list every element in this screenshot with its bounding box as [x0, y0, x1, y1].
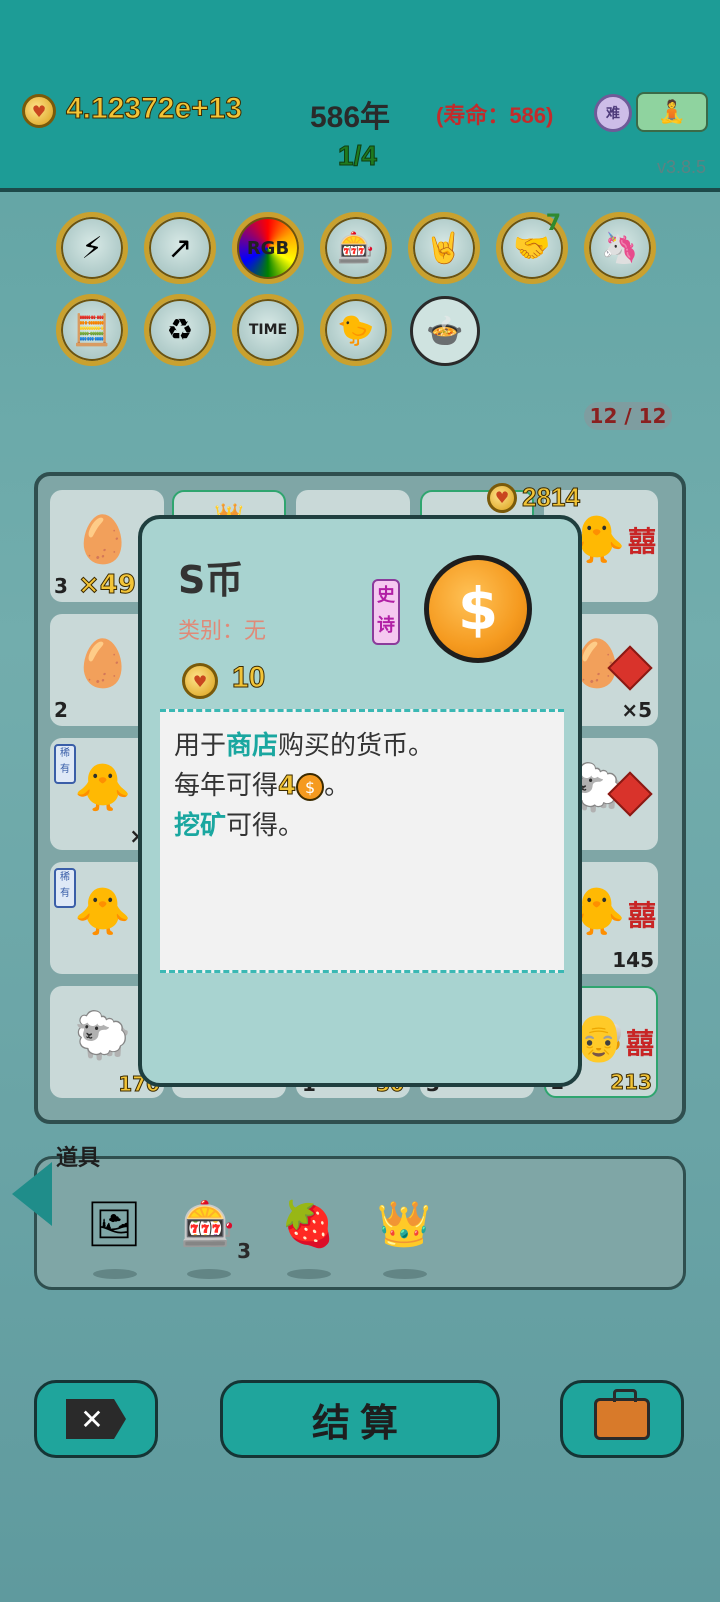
skip-button[interactable]: ✕ — [34, 1380, 158, 1458]
rarity-tag: 史诗 — [372, 579, 400, 645]
chick-icon: 🐥 — [74, 760, 132, 814]
strawberry-icon: 🍓 — [280, 1199, 336, 1250]
meditate-button[interactable]: 🧘 — [636, 92, 708, 132]
item-price: 10 — [231, 661, 266, 695]
version-label: v3.8.5 — [656, 157, 706, 177]
gold-heart-icon: ♥ — [182, 663, 218, 699]
chick-icon: 🐥 — [74, 884, 132, 938]
egg-icon: 🥚 — [74, 512, 132, 566]
rock-relic[interactable]: 🤘 — [408, 212, 480, 284]
close-icon: ✕ — [66, 1399, 126, 1439]
rare-tag: 稀有 — [54, 744, 76, 784]
lifespan-text: (寿命：586) — [436, 103, 554, 128]
lightning-relic[interactable]: ⚡ — [56, 212, 128, 284]
desc-line-3: 挖矿可得。 — [174, 811, 305, 841]
item-slot[interactable]: 🍓 — [275, 1191, 341, 1279]
s-coin-icon: $ — [424, 555, 532, 663]
item-title: S币 — [178, 558, 244, 602]
settle-button[interactable]: 结算 — [220, 1380, 500, 1458]
item-slot[interactable]: 🖼 — [81, 1191, 147, 1279]
handshake-relic[interactable]: 🤝 7 — [496, 211, 568, 284]
meditate-icon: 🧘 — [658, 99, 686, 125]
mining-keyword: 挖矿 — [174, 811, 227, 841]
lightning-icon: ⚡ — [81, 230, 103, 266]
scroll-left-icon[interactable] — [12, 1162, 52, 1226]
cell-count: ×5 — [621, 698, 652, 722]
shop-keyword: 商店 — [226, 731, 279, 761]
math-relic[interactable]: 🧮 — [56, 294, 128, 366]
rare-tag: 稀有 — [54, 868, 76, 908]
rock-hand-icon: 🤘 — [425, 230, 463, 266]
items-label: 道具 — [56, 1146, 101, 1171]
gold-amount: 4.12372e+13 — [65, 92, 243, 126]
pot-relic[interactable]: 🍲 — [410, 296, 480, 366]
desc-line-2: 每年可得4 $。 — [174, 771, 351, 802]
chick-syringe-icon: 🐤 — [337, 312, 375, 348]
portrait-icon: 🖼 — [86, 1199, 142, 1250]
s-coin-small-icon: $ — [296, 772, 325, 801]
cell-count: 3 — [54, 574, 68, 598]
item-slot[interactable]: 👑 — [371, 1191, 437, 1279]
crown-icon: 👑 — [376, 1199, 432, 1250]
time-relic[interactable]: TIME — [232, 294, 304, 366]
relic-count: 7 — [545, 211, 561, 236]
items-panel: 🖼 🎰 3 🍓 👑 — [34, 1156, 686, 1290]
gold-heart-icon: ♥ — [22, 94, 56, 128]
machine-icon: 🎰 — [337, 230, 375, 266]
math-head-icon: 🧮 — [73, 312, 111, 348]
cell-value: 213 — [610, 1070, 653, 1095]
sheep-icon: 🐑 — [74, 1008, 132, 1062]
cell-count: 145 — [612, 948, 654, 972]
pot-chick-icon: 🍲 — [426, 313, 464, 349]
settle-label: 结算 — [311, 1400, 408, 1445]
yearly-amount: 4 — [278, 771, 297, 802]
recycle-relic[interactable]: ♻ — [144, 294, 216, 366]
inventory-button[interactable] — [560, 1380, 684, 1458]
item-description: 用于商店购买的货币。 每年可得4 $。 挖矿可得。 — [160, 709, 564, 973]
rgb-relic[interactable]: RGB — [232, 212, 304, 284]
egg-icon: 🥚 — [74, 636, 132, 690]
rgb-icon: RGB — [246, 237, 290, 259]
desc-line-1: 用于商店购买的货币。 — [174, 731, 435, 761]
year-counter: 586年 — [310, 101, 391, 134]
slot-count-badge: 12 / 12 — [584, 402, 672, 430]
reward-counter: ♥ 2814 — [487, 482, 580, 513]
item-category: 类别：无 — [178, 619, 267, 644]
cell-multiplier: ×49 — [78, 570, 137, 601]
recycle-icon: ♻ — [166, 312, 194, 348]
briefcase-icon — [594, 1389, 650, 1440]
epic-slot-icon: 🎰 — [180, 1199, 236, 1250]
top-hud: ♥ 4.12372e+13 586年 (寿命：586) 难 🧘 1/4 v3.8… — [0, 0, 720, 192]
item-slot[interactable]: 🎰 3 — [175, 1191, 251, 1279]
arrow-up-icon: ↗ — [167, 230, 193, 266]
difficulty-badge[interactable]: 难 — [594, 94, 632, 132]
unicorn-icon: 🦄 — [601, 230, 639, 266]
arrow-relic[interactable]: ↗ — [144, 212, 216, 284]
item-detail-modal[interactable]: S币 类别：无 ♥ 10 史诗 $ 用于商店购买的货币。 每年可得4 $。 挖矿可… — [138, 515, 582, 1087]
gold-heart-icon: ♥ — [487, 482, 517, 513]
page-indicator: 1/4 — [338, 140, 378, 172]
cell-count: 2 — [54, 698, 68, 722]
machine-relic[interactable]: 🎰 — [320, 212, 392, 284]
reward-value: 2814 — [522, 482, 581, 513]
syringe-relic[interactable]: 🐤 — [320, 294, 392, 366]
double-happiness-icon: 囍 — [625, 1027, 654, 1060]
item-count: 3 — [237, 1239, 251, 1263]
double-happiness-icon: 囍 — [627, 525, 656, 558]
time-magazine-icon: TIME — [248, 322, 288, 338]
unicorn-relic[interactable]: 🦄 — [584, 212, 656, 284]
double-happiness-icon: 囍 — [627, 899, 656, 932]
